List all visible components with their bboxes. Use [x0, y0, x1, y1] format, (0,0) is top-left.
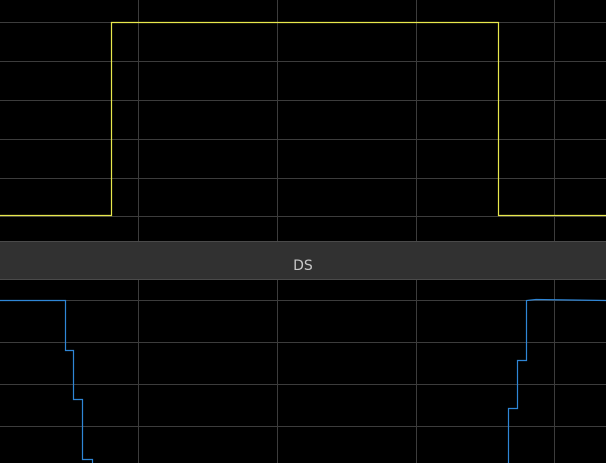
- top-axes[interactable]: [0, 0, 606, 241]
- signal-trace-bottom-rising: [507, 298, 606, 463]
- signal-title-bar: DS: [0, 241, 606, 280]
- bottom-axes-plot: [0, 280, 606, 463]
- top-axes-plot: [0, 0, 606, 241]
- bottom-axes[interactable]: [0, 280, 606, 463]
- scope-window: DS: [0, 0, 606, 463]
- signal-trace-top: [0, 21, 606, 217]
- signal-trace-bottom-falling: [0, 299, 94, 463]
- signal-title: DS: [293, 258, 313, 274]
